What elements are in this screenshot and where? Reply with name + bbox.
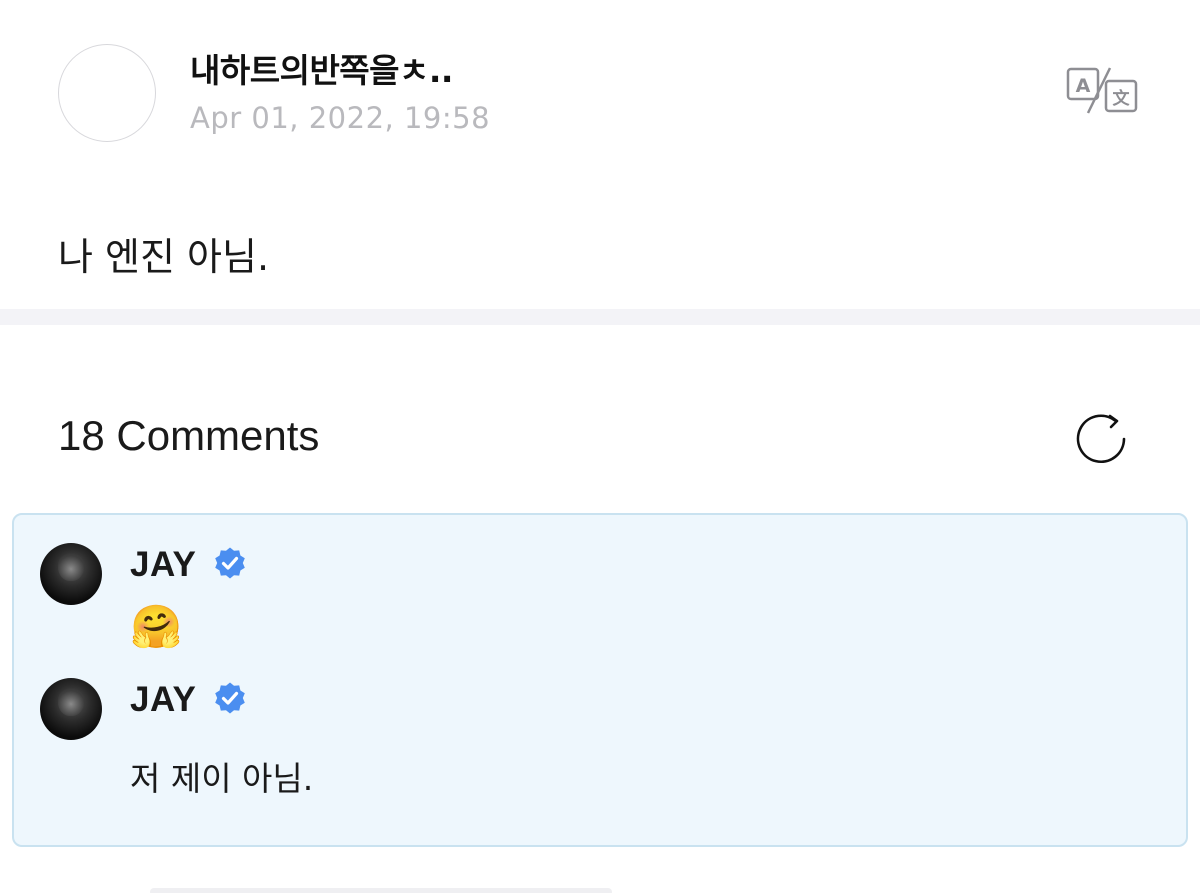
post-detail-page: 내하트의반쪽을ㅊ.. Apr 01, 2022, 19:58 A 文 나 엔진 … [0,0,1200,893]
comment-text: 🤗 [130,602,183,651]
translate-icon: A 文 [1066,67,1138,114]
comment-text: 저 제이 아님. [130,759,314,798]
post-author-avatar[interactable] [58,44,156,142]
refresh-icon [1076,414,1126,464]
comment-author[interactable]: JAY [130,545,196,585]
verified-badge-icon [215,547,245,579]
svg-text:A: A [1076,75,1091,97]
post-timestamp: Apr 01, 2022, 19:58 [190,101,491,135]
comment-author[interactable]: JAY [130,680,196,720]
comment-avatar[interactable] [40,543,102,605]
translate-button[interactable]: A 文 [1066,66,1140,116]
post-author-name[interactable]: 내하트의반쪽을ㅊ.. [190,44,453,92]
section-divider [0,309,1200,325]
comments-count: 18 Comments [58,412,320,459]
comment-avatar[interactable] [40,678,102,740]
post-body-text: 나 엔진 아님. [58,235,270,279]
next-comment-placeholder [150,888,612,893]
refresh-button[interactable] [1074,412,1132,466]
svg-text:文: 文 [1113,88,1131,109]
verified-badge-icon [215,682,245,714]
